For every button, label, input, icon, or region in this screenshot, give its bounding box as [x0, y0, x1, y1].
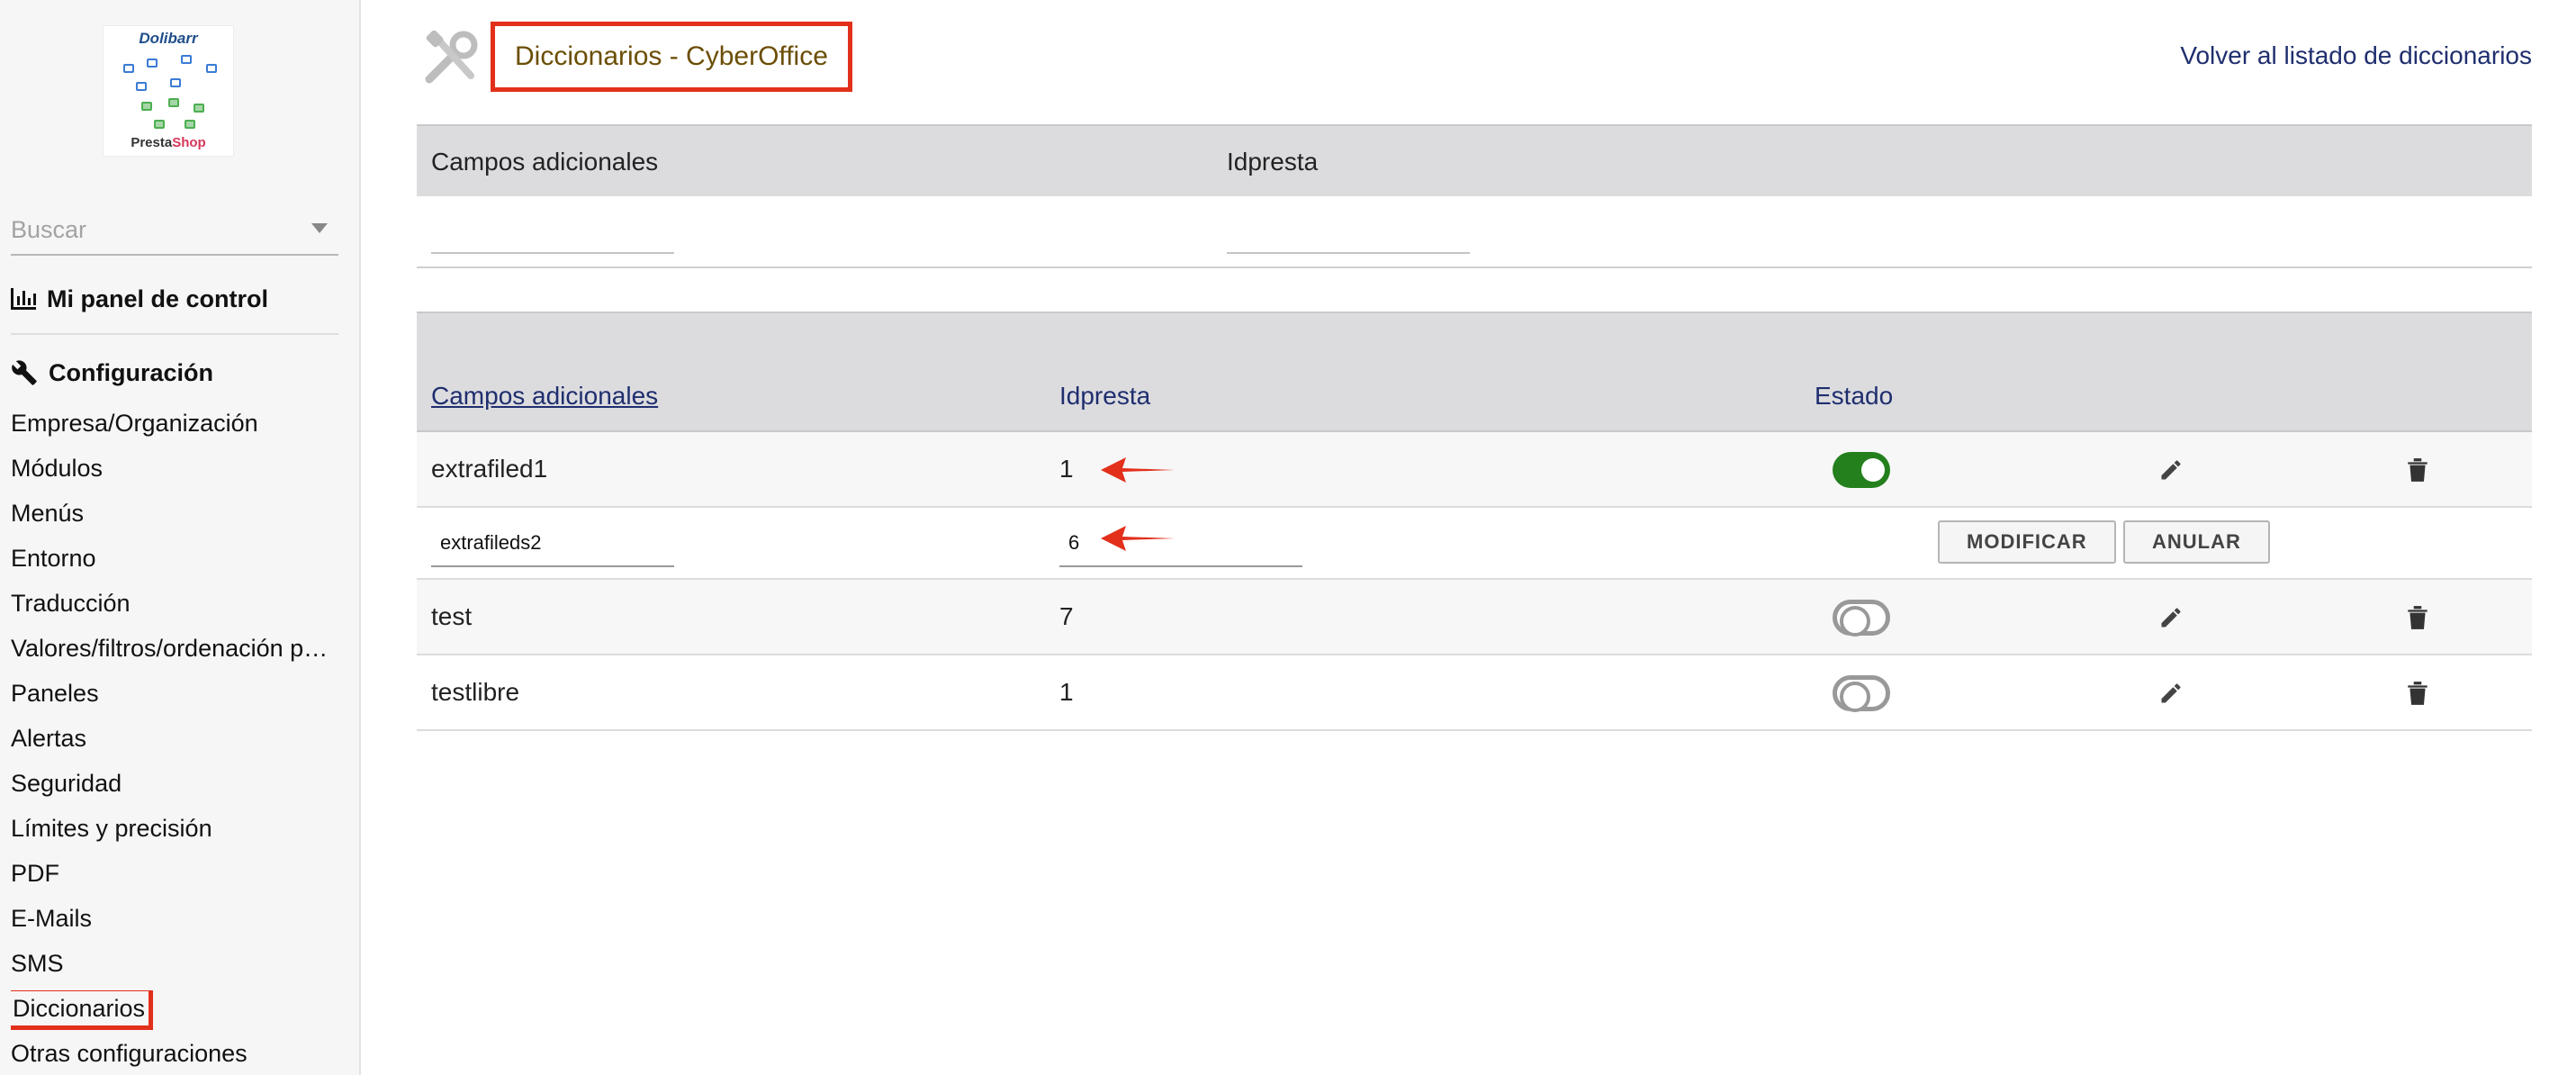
logo-decoration-icon	[170, 78, 181, 87]
dashboard-label: Mi panel de control	[47, 285, 269, 312]
menu-item-label: Traducción	[11, 590, 131, 617]
menu-item-label: Menús	[11, 500, 85, 527]
row-idpresta: 1	[1059, 455, 1074, 483]
menu-item-label: Empresa/Organización	[11, 410, 258, 437]
menu-item-label: E-Mails	[11, 905, 93, 932]
menu-item-label: Módulos	[11, 455, 104, 482]
back-to-dictionaries-link[interactable]: Volver al listado de diccionarios	[2180, 41, 2532, 70]
menu-item-emails[interactable]: E-Mails	[11, 900, 349, 945]
wrench-icon	[12, 360, 37, 385]
menu-item-paneles[interactable]: Paneles	[11, 675, 349, 720]
add-col-idpresta: Idpresta	[1227, 148, 1319, 176]
table-row: extrafiled1 1	[417, 432, 2532, 508]
trash-icon[interactable]	[2401, 677, 2434, 709]
logo-decoration-icon	[147, 59, 158, 68]
logo-brand-top: Dolibarr	[139, 30, 198, 47]
menu-item-limites[interactable]: Límites y precisión	[11, 810, 349, 855]
new-idpresta-input[interactable]	[1227, 218, 1470, 254]
menu-item-alertas[interactable]: Alertas	[11, 720, 349, 765]
logo-decoration-icon	[136, 82, 147, 91]
logo-brand-bottom: PrestaShop	[104, 135, 233, 150]
cancel-button[interactable]: ANULAR	[2123, 520, 2270, 564]
logo-decoration-icon	[206, 64, 217, 73]
config-menu: Empresa/Organización Módulos Menús Entor…	[11, 405, 349, 1075]
menu-item-sms[interactable]: SMS	[11, 945, 349, 990]
pencil-icon[interactable]	[2155, 677, 2187, 709]
page-title: Diccionarios - CyberOffice	[491, 22, 852, 92]
trash-icon[interactable]	[2401, 454, 2434, 486]
row-idpresta: 7	[1059, 602, 1074, 630]
logo-decoration-icon	[141, 102, 152, 111]
menu-item-valores[interactable]: Valores/filtros/ordenación p…	[11, 630, 349, 675]
logo-brand-presta: Presta	[131, 135, 173, 150]
section-label: Configuración	[49, 358, 213, 386]
sort-field-link[interactable]: Campos adicionales	[431, 382, 658, 411]
menu-item-pdf[interactable]: PDF	[11, 855, 349, 900]
logo-decoration-icon	[181, 55, 192, 64]
new-field-input[interactable]	[431, 218, 674, 254]
pencil-icon[interactable]	[2155, 454, 2187, 486]
red-arrow-icon	[1101, 526, 1175, 551]
pencil-icon[interactable]	[2155, 601, 2187, 634]
list-col-status: Estado	[1815, 382, 1894, 410]
add-col-field: Campos adicionales	[431, 148, 659, 176]
table-row: test 7	[417, 580, 2532, 655]
menu-item-modulos[interactable]: Módulos	[11, 450, 349, 495]
status-toggle-off[interactable]	[1833, 600, 1890, 637]
menu-item-traduccion[interactable]: Traducción	[11, 585, 349, 630]
row-field: testlibre	[431, 678, 520, 706]
search-input[interactable]	[11, 205, 299, 254]
trash-icon[interactable]	[2401, 601, 2434, 634]
page-header: Diccionarios - CyberOffice Volver al lis…	[417, 22, 2532, 94]
logo-decoration-icon	[123, 64, 134, 73]
row-field: test	[431, 602, 473, 630]
menu-item-seguridad[interactable]: Seguridad	[11, 765, 349, 810]
modify-button[interactable]: MODIFICAR	[1938, 520, 2116, 564]
chart-icon	[11, 288, 36, 310]
main-content: Diccionarios - CyberOffice Volver al lis…	[417, 0, 2532, 1075]
list-col-idpresta: Idpresta	[1059, 382, 1151, 410]
menu-item-label: Alertas	[11, 725, 87, 752]
menu-item-label: Paneles	[11, 680, 99, 707]
menu-item-label: SMS	[11, 950, 64, 977]
row-idpresta: 1	[1059, 678, 1074, 706]
menu-item-label: Entorno	[11, 545, 96, 572]
menu-item-menus[interactable]: Menús	[11, 495, 349, 540]
sidebar: Dolibarr PrestaShop Mi panel de control …	[0, 0, 361, 1075]
search-box	[11, 205, 338, 256]
menu-item-label: Límites y precisión	[11, 815, 212, 842]
dashboard-link[interactable]: Mi panel de control	[11, 281, 268, 317]
menu-item-otras[interactable]: Otras configuraciones	[11, 1035, 349, 1075]
red-arrow-icon	[1101, 457, 1175, 483]
edit-field-input[interactable]	[431, 520, 674, 567]
add-form-header: Campos adicionales Idpresta	[417, 124, 2532, 196]
company-logo[interactable]: Dolibarr PrestaShop	[103, 25, 234, 157]
status-toggle-off[interactable]	[1833, 675, 1890, 712]
logo-decoration-icon	[194, 104, 204, 113]
table-row-editing: MODIFICAR ANULAR	[417, 508, 2532, 580]
table-row: testlibre 1	[417, 655, 2532, 731]
divider	[11, 333, 338, 335]
logo-decoration-icon	[185, 120, 195, 129]
logo-brand-shop: Shop	[172, 135, 206, 150]
menu-item-label: Valores/filtros/ordenación p…	[11, 635, 329, 662]
add-form-row	[417, 196, 2532, 268]
menu-item-label: Otras configuraciones	[11, 1040, 248, 1067]
menu-item-diccionarios[interactable]: Diccionarios	[11, 990, 349, 1035]
status-toggle-on[interactable]	[1833, 452, 1890, 488]
logo-decoration-icon	[154, 120, 165, 129]
menu-item-label: Diccionarios	[11, 990, 154, 1030]
tools-icon	[425, 31, 478, 84]
menu-item-empresa[interactable]: Empresa/Organización	[11, 405, 349, 450]
section-configuracion[interactable]: Configuración	[11, 355, 213, 391]
row-field: extrafiled1	[431, 455, 548, 483]
menu-item-entorno[interactable]: Entorno	[11, 540, 349, 585]
edit-idpresta-input[interactable]	[1059, 520, 1302, 567]
list-header: Campos adicionales Idpresta Estado	[417, 312, 2532, 432]
menu-item-label: PDF	[11, 860, 59, 887]
menu-item-label: Seguridad	[11, 770, 122, 797]
logo-decoration-icon	[168, 98, 179, 107]
chevron-down-icon[interactable]	[311, 223, 328, 233]
